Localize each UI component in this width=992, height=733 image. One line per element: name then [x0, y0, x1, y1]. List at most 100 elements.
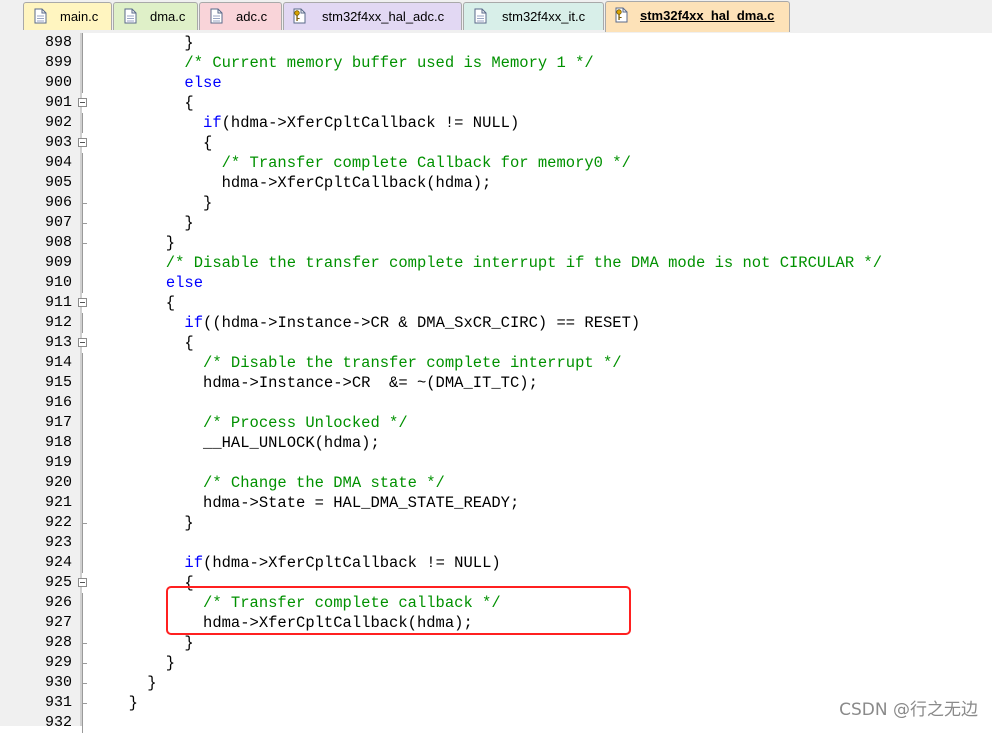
fold-guide-line [82, 433, 83, 453]
code-line[interactable]: 906 } [0, 193, 992, 213]
code-keyword: if [203, 114, 222, 132]
code-line[interactable]: 904 /* Transfer complete Callback for me… [0, 153, 992, 173]
code-line[interactable]: 923 [0, 533, 992, 553]
fold-toggle-icon[interactable] [78, 298, 87, 307]
code-token: } [110, 214, 194, 232]
code-line[interactable]: 911 { [0, 293, 992, 313]
line-number: 915 [44, 374, 72, 391]
code-text: else [110, 273, 203, 293]
tab-label: stm32f4xx_hal_adc.c [322, 9, 445, 24]
line-number: 908 [44, 234, 72, 251]
code-line[interactable]: 908 } [0, 233, 992, 253]
fold-guide-line [82, 413, 83, 433]
tab-label: dma.c [150, 9, 186, 24]
code-token: } [110, 34, 194, 52]
tab-stm32f4xx-it-c[interactable]: stm32f4xx_it.c [463, 2, 604, 30]
fold-guide-line [82, 453, 83, 473]
fold-guide-line [82, 613, 83, 633]
code-line[interactable]: 903 { [0, 133, 992, 153]
code-line[interactable]: 907 } [0, 213, 992, 233]
code-line[interactable]: 912 if((hdma->Instance->CR & DMA_SxCR_CI… [0, 313, 992, 333]
code-text: __HAL_UNLOCK(hdma); [110, 433, 380, 453]
code-line[interactable]: 899 /* Current memory buffer used is Mem… [0, 53, 992, 73]
code-line[interactable]: 930 } [0, 673, 992, 693]
code-text: /* Disable the transfer complete interru… [110, 353, 622, 373]
line-number: 932 [44, 714, 72, 731]
line-number: 914 [44, 354, 72, 371]
code-token: } [110, 654, 176, 672]
code-text: if(hdma->XferCpltCallback != NULL) [110, 553, 501, 573]
file-icon [34, 8, 47, 24]
code-line[interactable]: 924 if(hdma->XferCpltCallback != NULL) [0, 553, 992, 573]
fold-toggle-icon[interactable] [78, 338, 87, 347]
code-token: { [110, 134, 213, 152]
code-line[interactable]: 920 /* Change the DMA state */ [0, 473, 992, 493]
tab-stm32f4xx-hal-adc-c[interactable]: stm32f4xx_hal_adc.c [283, 2, 462, 30]
fold-end-marker [82, 243, 87, 244]
line-number: 899 [44, 54, 72, 71]
line-number: 926 [44, 594, 72, 611]
code-token: } [110, 194, 213, 212]
tab-label: adc.c [236, 9, 268, 24]
code-line[interactable]: 901 { [0, 93, 992, 113]
code-line[interactable]: 918 __HAL_UNLOCK(hdma); [0, 433, 992, 453]
code-line[interactable]: 913 { [0, 333, 992, 353]
code-text: { [110, 333, 193, 353]
code-line[interactable]: 919 [0, 453, 992, 473]
tab-main-c[interactable]: main.c [23, 2, 112, 30]
code-text: } [110, 633, 193, 653]
fold-end-marker [82, 663, 87, 664]
code-comment: /* Current memory buffer used is Memory … [110, 54, 594, 72]
code-line[interactable]: 909 /* Disable the transfer complete int… [0, 253, 992, 273]
code-line[interactable]: 898 } [0, 33, 992, 53]
fold-guide-line [82, 553, 83, 573]
line-number: 927 [44, 614, 72, 631]
line-number: 912 [44, 314, 72, 331]
code-keyword: else [165, 274, 204, 292]
fold-guide-line [82, 393, 83, 413]
tab-stm32f4xx-hal-dma-c[interactable]: stm32f4xx_hal_dma.c [605, 1, 790, 32]
fold-end-marker [82, 223, 87, 224]
line-number: 901 [44, 94, 72, 111]
fold-end-marker [82, 523, 87, 524]
fold-end-marker [82, 703, 87, 704]
code-line[interactable]: 916 [0, 393, 992, 413]
code-line[interactable]: 929 } [0, 653, 992, 673]
tab-adc-c[interactable]: adc.c [199, 2, 282, 30]
code-line[interactable]: 900 else [0, 73, 992, 93]
line-number: 902 [44, 114, 72, 131]
tab-dma-c[interactable]: dma.c [113, 2, 198, 30]
code-line[interactable]: 902 if(hdma->XferCpltCallback != NULL) [0, 113, 992, 133]
code-token: ((hdma->Instance->CR & DMA_SxCR_CIRC) ==… [203, 314, 641, 332]
fold-toggle-icon[interactable] [78, 578, 87, 587]
code-line[interactable]: 910 else [0, 273, 992, 293]
code-token: (hdma->XferCpltCallback != NULL) [203, 554, 501, 572]
fold-guide-line [82, 173, 83, 193]
line-number: 920 [44, 474, 72, 491]
code-text: } [110, 213, 194, 233]
line-number: 922 [44, 514, 72, 531]
line-number: 916 [44, 394, 72, 411]
code-line[interactable]: 928 } [0, 633, 992, 653]
code-line[interactable]: 917 /* Process Unlocked */ [0, 413, 992, 433]
fold-guide-line [82, 493, 83, 513]
line-number: 929 [44, 654, 72, 671]
code-token: } [110, 694, 138, 712]
code-text: { [110, 293, 175, 313]
code-line[interactable]: 905 hdma->XferCpltCallback(hdma); [0, 173, 992, 193]
fold-toggle-icon[interactable] [78, 98, 87, 107]
code-token: __HAL_UNLOCK(hdma); [110, 434, 380, 452]
code-editor[interactable]: 898 } 899 /* Current memory buffer used i… [0, 33, 992, 733]
fold-toggle-icon[interactable] [78, 138, 87, 147]
line-number: 909 [44, 254, 72, 271]
code-line[interactable]: 915 hdma->Instance->CR &= ~(DMA_IT_TC); [0, 373, 992, 393]
code-line[interactable]: 914 /* Disable the transfer complete int… [0, 353, 992, 373]
fold-guide-line [82, 353, 83, 373]
file-icon [124, 8, 137, 24]
fold-guide-line [82, 473, 83, 493]
code-line[interactable]: 921 hdma->State = HAL_DMA_STATE_READY; [0, 493, 992, 513]
code-line[interactable]: 922 } [0, 513, 992, 533]
